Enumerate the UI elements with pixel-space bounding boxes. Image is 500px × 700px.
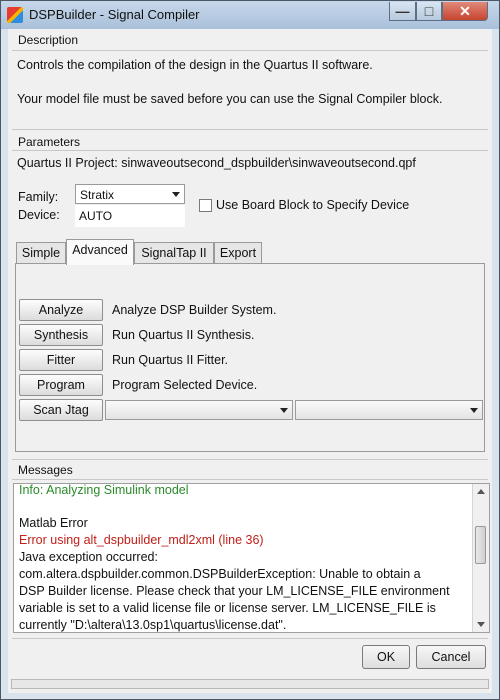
- chevron-down-icon: [470, 408, 478, 413]
- message-line: Info: Analyzing Simulink model: [19, 483, 189, 497]
- window-title: DSPBuilder - Signal Compiler: [29, 7, 200, 22]
- device-field[interactable]: AUTO: [75, 205, 185, 227]
- quartus-project-path: Quartus II Project: sinwaveoutsecond_dsp…: [17, 156, 416, 170]
- synthesis-description: Run Quartus II Synthesis.: [112, 328, 255, 342]
- scrollbar-thumb[interactable]: [475, 526, 486, 564]
- dialog-body: Description Controls the compilation of …: [8, 29, 492, 693]
- messages-heading: Messages: [18, 463, 73, 477]
- minimize-button[interactable]: —: [389, 2, 416, 21]
- messages-top-divider: [12, 459, 488, 460]
- description-divider: [12, 50, 488, 51]
- bottom-scrollbar[interactable]: [11, 679, 489, 689]
- message-line: Error using alt_dspbuilder_mdl2xml (line…: [19, 533, 264, 547]
- tab-export[interactable]: Export: [214, 242, 262, 264]
- synthesis-button[interactable]: Synthesis: [19, 324, 103, 346]
- description-heading: Description: [18, 33, 79, 47]
- device-label: Device:: [18, 208, 60, 222]
- message-line: Matlab Error: [19, 516, 88, 530]
- message-line: Java exception occurred:: [19, 550, 158, 564]
- tab-advanced[interactable]: Advanced: [66, 239, 134, 265]
- tab-simple[interactable]: Simple: [16, 242, 66, 264]
- family-dropdown-value: Stratix: [80, 188, 115, 202]
- board-block-label: Use Board Block to Specify Device: [216, 198, 410, 212]
- program-description: Program Selected Device.: [112, 378, 258, 392]
- messages-log[interactable]: Info: Analyzing Simulink model Matlab Er…: [13, 483, 490, 633]
- scan-jtag-button[interactable]: Scan Jtag: [19, 399, 103, 421]
- message-line: DSP Builder license. Please check that y…: [19, 584, 450, 598]
- ok-button[interactable]: OK: [362, 645, 410, 669]
- tab-signaltap[interactable]: SignalTap II: [134, 242, 214, 264]
- matlab-app-icon: [7, 7, 23, 23]
- program-button[interactable]: Program: [19, 374, 103, 396]
- description-text-2: Your model file must be saved before you…: [17, 92, 443, 106]
- message-line: currently "D:\altera\13.0sp1\quartus\lic…: [19, 618, 287, 632]
- parameters-divider: [12, 150, 488, 151]
- fitter-description: Run Quartus II Fitter.: [112, 353, 229, 367]
- title-bar[interactable]: DSPBuilder - Signal Compiler — □ ✕: [1, 1, 499, 29]
- chevron-down-icon: [172, 192, 180, 197]
- family-dropdown[interactable]: Stratix: [75, 184, 185, 204]
- signal-compiler-window: DSPBuilder - Signal Compiler — □ ✕ Descr…: [0, 0, 500, 700]
- messages-scrollbar[interactable]: [472, 484, 489, 632]
- jtag-device-dropdown[interactable]: [295, 400, 483, 420]
- parameters-heading: Parameters: [18, 135, 81, 149]
- advanced-tab-panel: Analyze Analyze DSP Builder System. Synt…: [15, 263, 485, 452]
- family-label: Family:: [18, 190, 59, 204]
- jtag-cable-dropdown[interactable]: [105, 400, 293, 420]
- analyze-button[interactable]: Analyze: [19, 299, 103, 321]
- chevron-down-icon: [280, 408, 288, 413]
- messages-divider: [12, 479, 488, 480]
- message-line: variable is set to a valid license file …: [19, 601, 436, 615]
- scroll-down-arrow-icon[interactable]: [477, 622, 485, 627]
- board-block-checkbox[interactable]: [199, 199, 212, 212]
- parameters-top-divider: [12, 129, 488, 130]
- footer-divider: [12, 638, 488, 639]
- message-line: com.altera.dspbuilder.common.DSPBuilderE…: [19, 567, 421, 581]
- cancel-button[interactable]: Cancel: [416, 645, 486, 669]
- analyze-description: Analyze DSP Builder System.: [112, 303, 277, 317]
- maximize-button[interactable]: □: [416, 2, 442, 21]
- scroll-up-arrow-icon[interactable]: [477, 489, 485, 494]
- description-text-1: Controls the compilation of the design i…: [17, 58, 373, 72]
- close-button[interactable]: ✕: [442, 2, 488, 21]
- fitter-button[interactable]: Fitter: [19, 349, 103, 371]
- device-field-value: AUTO: [79, 209, 113, 223]
